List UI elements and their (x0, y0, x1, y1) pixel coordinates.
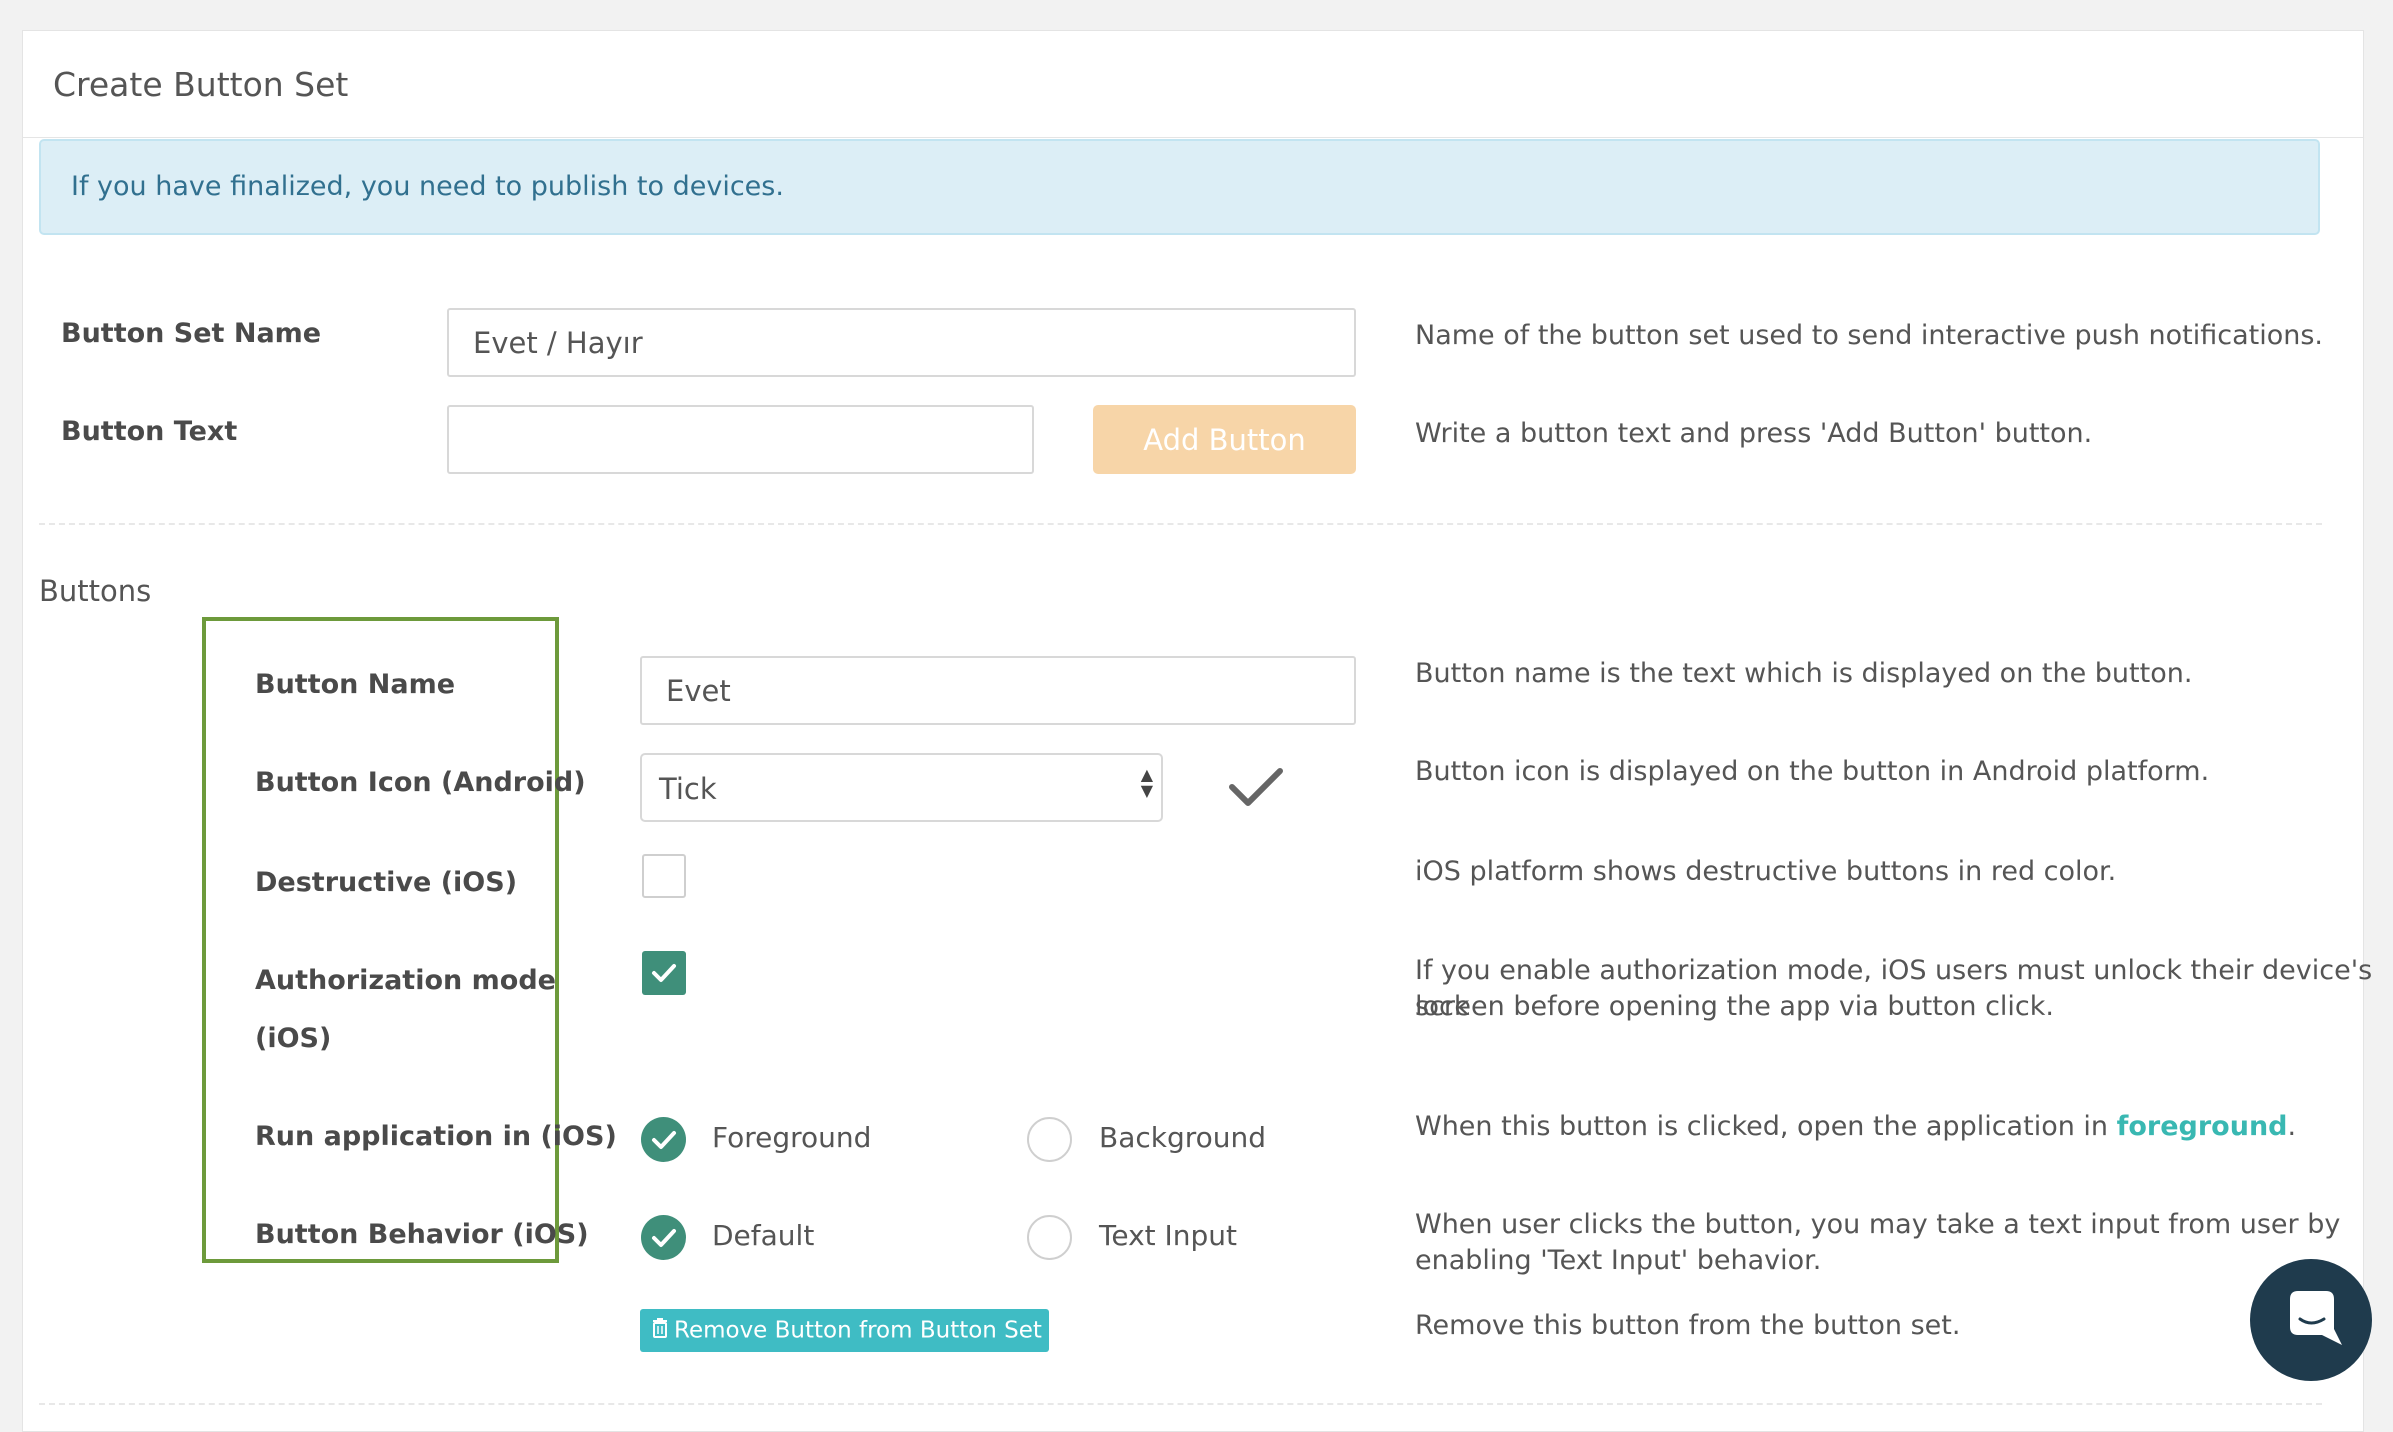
button-icon-selected: Tick (659, 772, 717, 806)
authorization-label-line2: (iOS) (255, 1023, 332, 1054)
select-arrows-icon: ▲ ▼ (1140, 765, 1153, 800)
text-input-radio[interactable] (1027, 1215, 1072, 1260)
section-divider (39, 523, 2322, 525)
run-application-label: Run application in (iOS) (255, 1121, 617, 1152)
trash-icon (652, 1317, 668, 1344)
button-icon-help: Button icon is displayed on the button i… (1415, 756, 2210, 787)
default-radio[interactable] (641, 1215, 686, 1260)
button-text-help: Write a button text and press 'Add Butto… (1415, 418, 2093, 449)
button-behavior-label: Button Behavior (iOS) (255, 1219, 589, 1250)
button-behavior-help-line2: enabling 'Text Input' behavior. (1415, 1245, 1822, 1276)
default-radio-label[interactable]: Default (712, 1219, 814, 1252)
foreground-radio-label[interactable]: Foreground (712, 1121, 871, 1154)
button-name-label: Button Name (255, 669, 456, 700)
background-radio-label[interactable]: Background (1099, 1121, 1266, 1154)
button-text-label: Button Text (61, 416, 238, 447)
button-name-help: Button name is the text which is display… (1415, 658, 2193, 689)
check-icon (652, 1229, 676, 1247)
check-icon (652, 1131, 676, 1149)
add-button[interactable]: Add Button (1093, 405, 1356, 474)
button-name-input[interactable] (640, 656, 1356, 725)
chat-widget-button[interactable] (2250, 1259, 2372, 1381)
info-alert: If you have finalized, you need to publi… (39, 139, 2320, 235)
buttons-section-title: Buttons (39, 574, 152, 608)
foreground-radio[interactable] (641, 1117, 686, 1162)
card-header: Create Button Set (23, 31, 2363, 138)
authorization-help-line2: screen before opening the app via button… (1415, 991, 2054, 1022)
background-radio[interactable] (1027, 1117, 1072, 1162)
alert-text: If you have finalized, you need to publi… (71, 171, 784, 202)
run-application-help: When this button is clicked, open the ap… (1415, 1109, 2296, 1145)
remove-help: Remove this button from the button set. (1415, 1310, 1961, 1341)
button-text-input[interactable] (447, 405, 1034, 474)
bottom-divider (39, 1403, 2322, 1405)
button-set-name-help: Name of the button set used to send inte… (1415, 320, 2323, 351)
destructive-checkbox[interactable] (642, 854, 686, 898)
authorization-checkbox[interactable] (642, 951, 686, 995)
destructive-help: iOS platform shows destructive buttons i… (1415, 856, 2117, 887)
button-behavior-help-line1: When user clicks the button, you may tak… (1415, 1209, 2341, 1240)
run-application-help-suffix: . (2287, 1111, 2297, 1142)
remove-button[interactable]: Remove Button from Button Set (640, 1309, 1049, 1352)
chat-bubble-icon (2290, 1291, 2342, 1345)
text-input-radio-label[interactable]: Text Input (1099, 1219, 1237, 1252)
page-title: Create Button Set (53, 65, 349, 104)
run-application-help-text: When this button is clicked, open the ap… (1415, 1111, 2117, 1142)
button-icon-label: Button Icon (Android) (255, 767, 586, 798)
button-set-name-input[interactable] (447, 308, 1356, 377)
remove-button-label: Remove Button from Button Set (674, 1317, 1042, 1344)
destructive-label: Destructive (iOS) (255, 867, 518, 898)
authorization-label-line1: Authorization mode (255, 965, 556, 996)
button-icon-select[interactable]: Tick ▲ ▼ (640, 753, 1163, 822)
button-set-name-label: Button Set Name (61, 318, 322, 349)
check-icon (652, 964, 676, 982)
checkmark-icon (1229, 768, 1283, 806)
labels-highlight-box (202, 617, 559, 1263)
foreground-link[interactable]: foreground (2117, 1111, 2288, 1142)
